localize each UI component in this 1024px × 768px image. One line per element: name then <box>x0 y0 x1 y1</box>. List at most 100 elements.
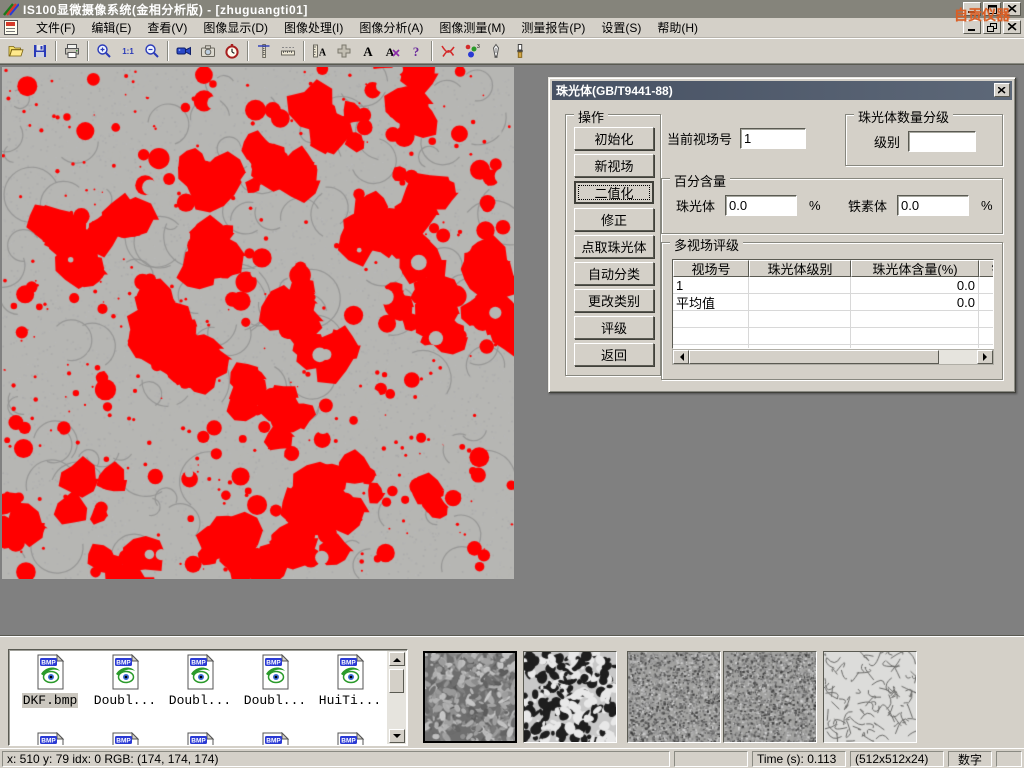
pearlite-percent-input[interactable] <box>725 195 797 216</box>
menu-item-4[interactable]: 图像处理(I) <box>276 17 351 38</box>
file-item-4[interactable]: BMPHuiTi... <box>313 654 387 708</box>
table-row[interactable]: 平均值0.0 <box>673 294 993 311</box>
video-camera-icon[interactable] <box>172 40 196 62</box>
file-item-row2-3[interactable]: BMP <box>238 732 312 746</box>
pen-icon[interactable] <box>484 40 508 62</box>
file-item-row2-0[interactable]: BMP <box>13 732 87 746</box>
thumbnail-0[interactable] <box>423 651 517 743</box>
bmp-file-icon: BMP <box>334 654 366 690</box>
menu-item-2[interactable]: 查看(V) <box>139 17 195 38</box>
grade-input[interactable] <box>908 131 976 152</box>
svg-text:BMP: BMP <box>116 660 131 667</box>
ruler-icon[interactable] <box>276 40 300 62</box>
window-title: IS100显微摄像系统(金相分析版) - [zhuguangti01] <box>23 1 308 18</box>
table-row[interactable] <box>673 311 993 328</box>
menu-item-9[interactable]: 帮助(H) <box>649 17 706 38</box>
menu-item-8[interactable]: 设置(S) <box>593 17 649 38</box>
table-header-1[interactable]: 珠光体级别 <box>749 260 851 277</box>
close-button[interactable] <box>1003 2 1021 16</box>
op-button-4[interactable]: 点取珠光体 <box>574 235 654 258</box>
op-button-0[interactable]: 初始化 <box>574 127 654 150</box>
op-button-6[interactable]: 更改类别 <box>574 289 654 312</box>
mdi-close-button[interactable] <box>1003 20 1021 34</box>
open-icon[interactable] <box>4 40 28 62</box>
scroll-left-button[interactable] <box>673 350 689 364</box>
file-item-3[interactable]: BMPDoubl... <box>238 654 312 708</box>
table-header-3[interactable]: 铁素体含量(%) <box>979 260 994 277</box>
file-item-0[interactable]: BMPDKF.bmp <box>13 654 87 708</box>
grade-table[interactable]: 视场号珠光体级别珠光体含量(%)铁素体含量(%)10.0平均值0.0 <box>672 259 994 349</box>
caliper-icon[interactable] <box>252 40 276 62</box>
table-header-0[interactable]: 视场号 <box>673 260 749 277</box>
thumbnail-4[interactable] <box>823 651 917 743</box>
classify-dots-icon[interactable]: 3 <box>460 40 484 62</box>
grid-tool-icon[interactable] <box>332 40 356 62</box>
mdi-minimize-button[interactable] <box>963 20 981 34</box>
file-item-row2-2[interactable]: BMP <box>163 732 237 746</box>
ferrite-percent-input[interactable] <box>897 195 969 216</box>
file-item-1[interactable]: BMPDoubl... <box>88 654 162 708</box>
table-row[interactable] <box>673 328 993 345</box>
scroll-up-button[interactable] <box>389 652 405 666</box>
table-cell <box>851 328 979 345</box>
op-button-3[interactable]: 修正 <box>574 208 654 231</box>
ferrite-label: 铁素体 <box>848 196 887 215</box>
thumbnail-2[interactable] <box>627 651 721 743</box>
thumbnail-3[interactable] <box>723 651 817 743</box>
maximize-button[interactable] <box>983 2 1001 16</box>
table-cell <box>979 294 994 311</box>
curve-tool-icon[interactable] <box>436 40 460 62</box>
empty-panel-1 <box>674 751 748 767</box>
op-button-8[interactable]: 返回 <box>574 343 654 366</box>
svg-text:A: A <box>363 44 373 59</box>
table-header-2[interactable]: 珠光体含量(%) <box>851 260 979 277</box>
menu-item-1[interactable]: 编辑(E) <box>83 17 139 38</box>
current-field-input[interactable] <box>740 128 806 149</box>
save-icon[interactable] <box>28 40 52 62</box>
menu-item-3[interactable]: 图像显示(D) <box>195 17 276 38</box>
print-icon[interactable] <box>60 40 84 62</box>
op-button-7[interactable]: 评级 <box>574 316 654 339</box>
camera-icon[interactable] <box>196 40 220 62</box>
title-bar: IS100显微摄像系统(金相分析版) - [zhuguangti01] <box>0 0 1024 18</box>
brush-icon[interactable] <box>508 40 532 62</box>
mdi-restore-button[interactable] <box>983 20 1001 34</box>
dialog-title-bar[interactable]: 珠光体(GB/T9441-88) <box>552 81 1012 100</box>
one-to-one-icon[interactable]: 1:1 <box>116 40 140 62</box>
menu-item-6[interactable]: 图像测量(M) <box>431 17 513 38</box>
file-browser[interactable]: BMPDKF.bmpBMPDoubl...BMPDoubl...BMPDoubl… <box>8 649 408 746</box>
toolbar-separator <box>55 41 57 61</box>
file-item-row2-1[interactable]: BMP <box>88 732 162 746</box>
scroll-right-button[interactable] <box>977 350 993 364</box>
thumbnail-1[interactable] <box>523 651 617 743</box>
op-button-1[interactable]: 新视场 <box>574 154 654 177</box>
scrollbar-thumb[interactable] <box>689 350 939 364</box>
menu-item-0[interactable]: 文件(F) <box>28 17 83 38</box>
table-hscrollbar[interactable] <box>672 349 994 365</box>
document-icon[interactable] <box>4 20 22 36</box>
file-item-2[interactable]: BMPDoubl... <box>163 654 237 708</box>
dialog-close-button[interactable] <box>994 83 1010 97</box>
table-cell: 0.0 <box>851 294 979 311</box>
minimize-button[interactable] <box>963 2 981 16</box>
micrograph-image[interactable] <box>2 67 514 579</box>
help-icon[interactable]: ? <box>404 40 428 62</box>
zoom-out-icon[interactable] <box>140 40 164 62</box>
ferrite-percent-field: 铁素体 % <box>848 195 993 216</box>
file-scroll-thumb[interactable] <box>389 669 404 693</box>
table-row[interactable]: 10.0 <box>673 277 993 294</box>
font-icon[interactable]: A <box>356 40 380 62</box>
font-edit-icon[interactable]: A <box>380 40 404 62</box>
menu-item-7[interactable]: 测量报告(P) <box>513 17 593 38</box>
timer-icon[interactable] <box>220 40 244 62</box>
bmp-file-icon: BMP <box>34 654 66 690</box>
op-button-5[interactable]: 自动分类 <box>574 262 654 285</box>
file-item-row2-4[interactable]: BMP <box>313 732 387 746</box>
measure-text-icon[interactable]: A <box>308 40 332 62</box>
op-button-2[interactable]: 二值化 <box>574 181 654 204</box>
file-vscrollbar[interactable] <box>387 651 406 744</box>
menu-item-5[interactable]: 图像分析(A) <box>351 17 431 38</box>
scroll-down-button[interactable] <box>389 729 405 743</box>
bmp-file-icon: BMP <box>109 654 141 690</box>
zoom-in-icon[interactable] <box>92 40 116 62</box>
